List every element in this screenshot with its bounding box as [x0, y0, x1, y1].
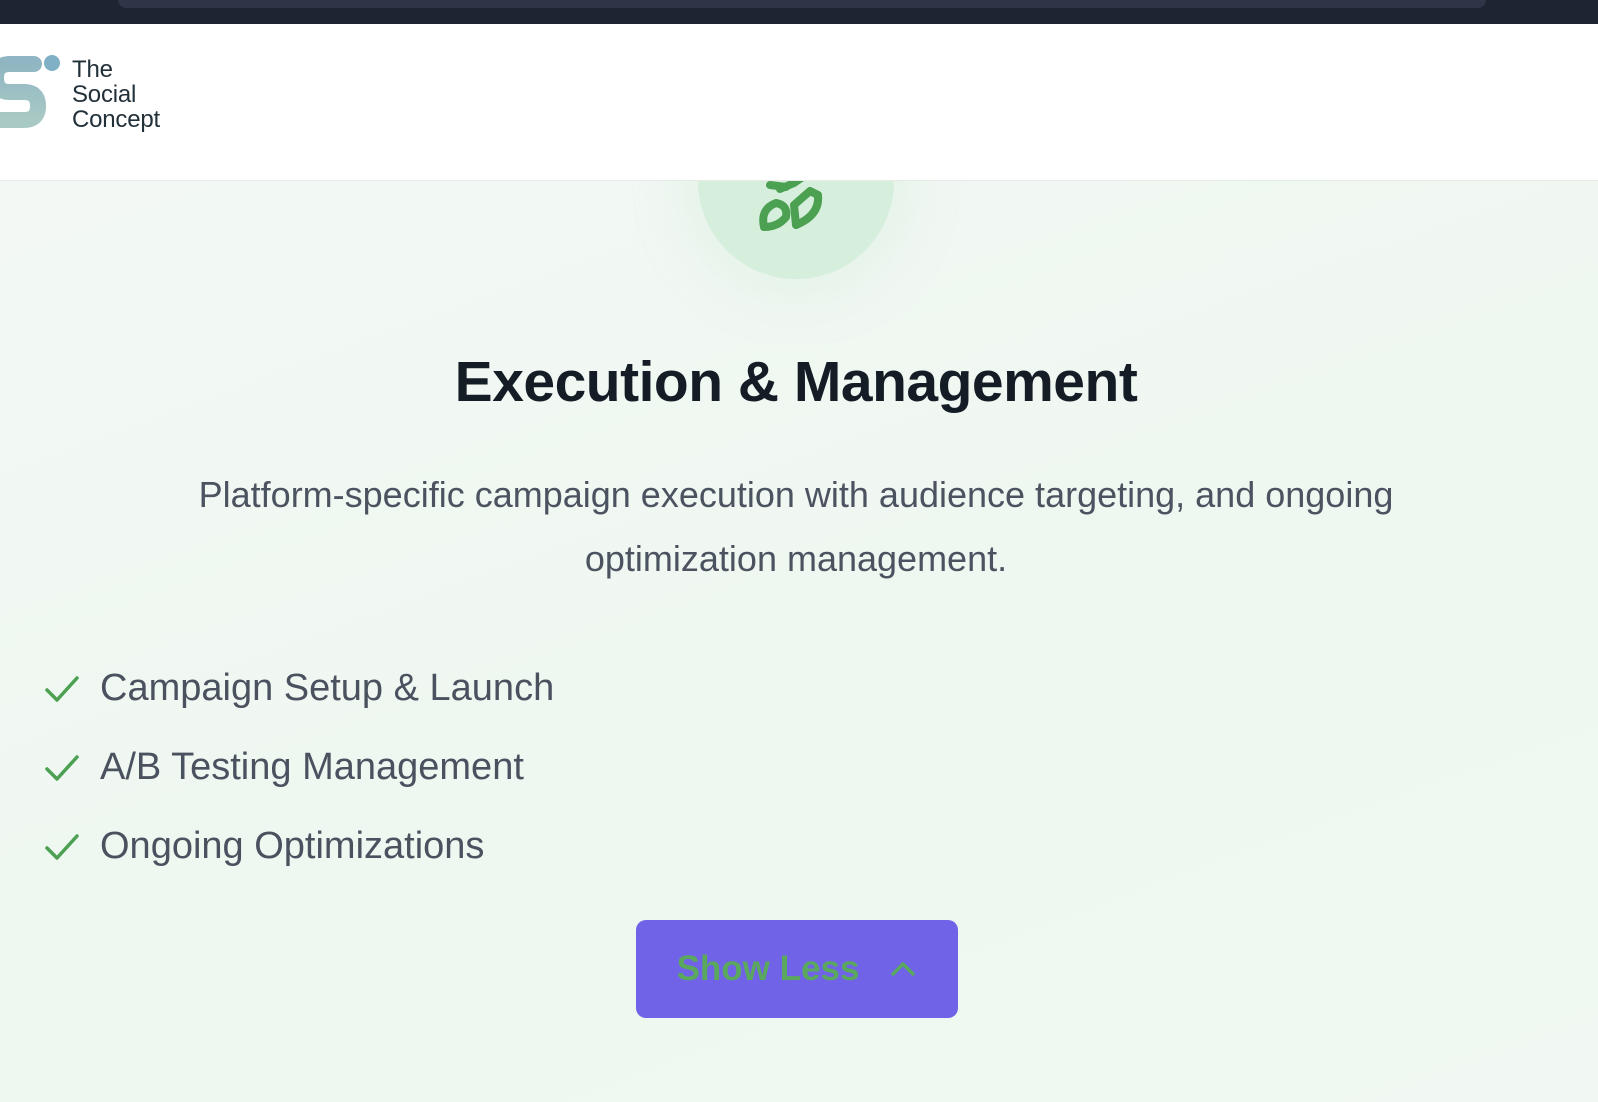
- feature-label: Ongoing Optimizations: [100, 825, 485, 867]
- feature-label: Campaign Setup & Launch: [100, 667, 555, 709]
- chevron-up-icon: [891, 962, 916, 976]
- logo-line: Social: [72, 81, 137, 108]
- site-header: The Social Concept: [0, 24, 1598, 181]
- check-icon: [45, 833, 79, 860]
- logo-wordmark: The Social Concept: [72, 57, 160, 132]
- check-icon: [45, 675, 79, 702]
- list-item: Campaign Setup & Launch: [42, 649, 554, 728]
- service-card: Execution & Management Platform-specific…: [0, 181, 1598, 1102]
- logo-line: The: [72, 56, 113, 83]
- check-icon: [45, 754, 79, 781]
- browser-address-strip: [118, 0, 1486, 8]
- service-description: Platform-specific campaign execution wit…: [198, 474, 1394, 579]
- show-less-button[interactable]: Show Less: [636, 920, 958, 1018]
- feature-label: A/B Testing Management: [100, 746, 524, 788]
- list-item: Ongoing Optimizations: [42, 807, 554, 886]
- list-item: A/B Testing Management: [42, 728, 554, 807]
- logo[interactable]: The Social Concept: [0, 54, 200, 138]
- feature-list: Campaign Setup & Launch A/B Testing Mana…: [42, 649, 554, 886]
- rocket-icon: [759, 181, 823, 231]
- service-title: Execution & Management: [454, 350, 1138, 414]
- logo-mark-icon: [0, 55, 60, 128]
- show-less-label: Show Less: [676, 949, 860, 988]
- service-icon-badge: [698, 181, 894, 279]
- browser-top-bar: [0, 0, 1598, 24]
- logo-line: Concept: [72, 106, 160, 133]
